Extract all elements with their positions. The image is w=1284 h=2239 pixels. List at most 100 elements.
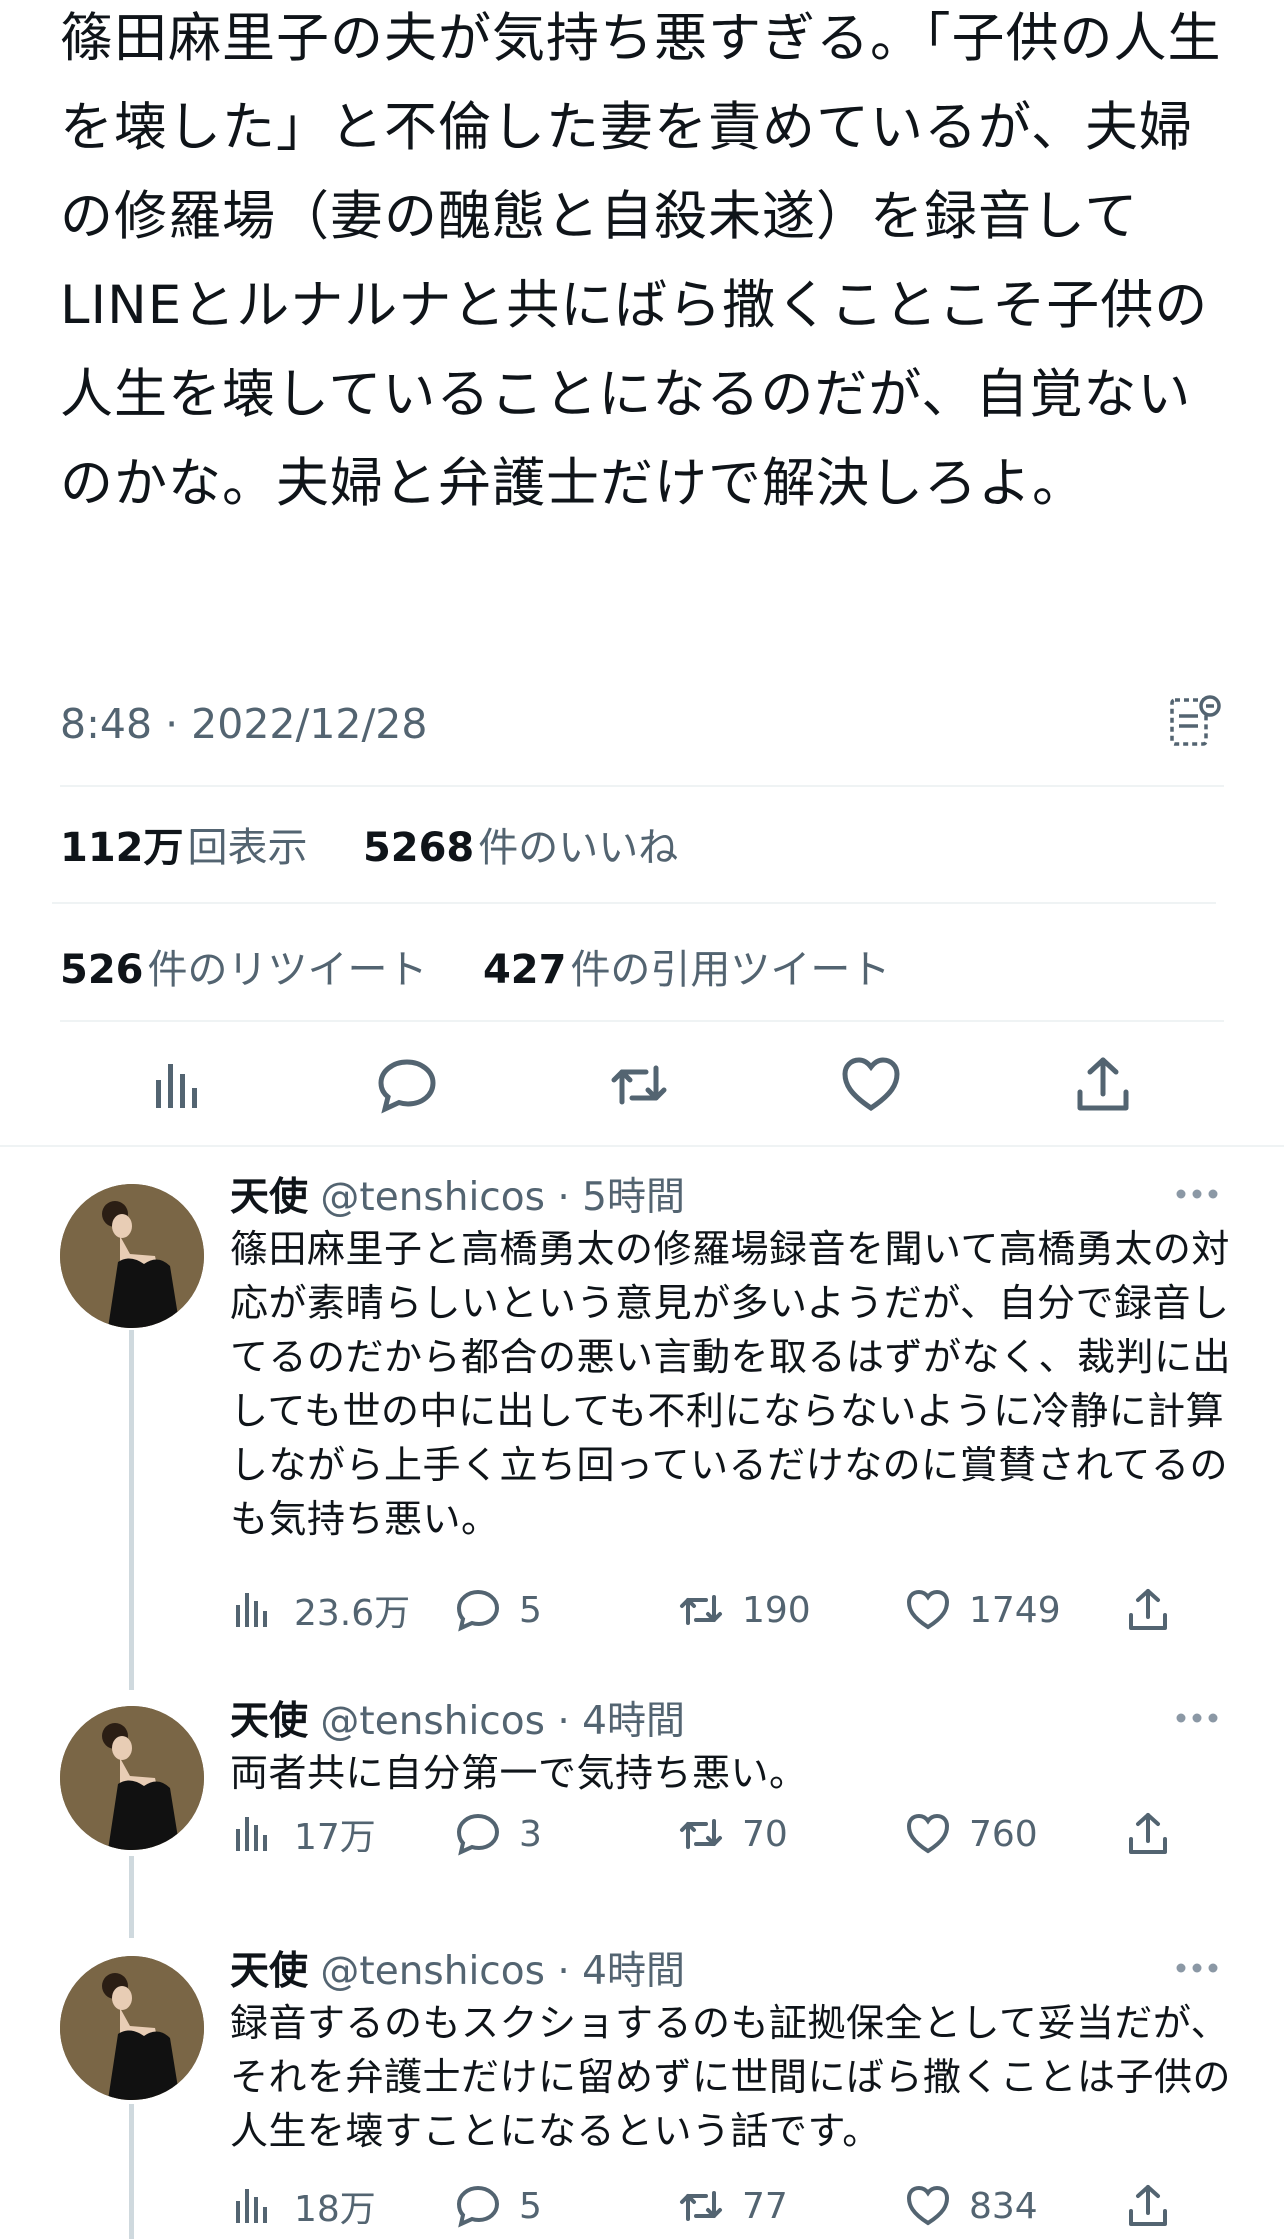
reply-action-bar: 18万 5 77 834 <box>230 2178 1230 2238</box>
reply-header: 天使 @tenshicos · 5時間 <box>230 1172 685 1224</box>
retweet-button[interactable]: 70 <box>678 1806 788 1862</box>
reply-time[interactable]: 4時間 <box>582 1699 685 1744</box>
display-name[interactable]: 天使 <box>230 1175 308 1220</box>
reply-count: 5 <box>519 1589 542 1631</box>
retweet-icon[interactable] <box>608 1054 670 1116</box>
reply-action-bar: 23.6万 5 190 1749 <box>230 1582 1230 1642</box>
retweet-button[interactable]: 77 <box>678 2178 788 2234</box>
views-count: 17万 <box>294 1817 376 1858</box>
divider <box>60 785 1224 787</box>
reply-text: 篠田麻里子と高橋勇太の修羅場録音を聞いて高橋勇太の対応が素晴らしいという意見が多… <box>230 1227 1232 1541</box>
thread-line <box>129 1856 134 1938</box>
reply-time[interactable]: 5時間 <box>582 1175 685 1220</box>
more-icon[interactable] <box>1175 1712 1219 1724</box>
reply-icon <box>456 2185 500 2228</box>
reply-icon <box>456 1813 500 1856</box>
likes-stat[interactable]: 5268 件のいいね <box>363 825 678 871</box>
reply-views[interactable]: 17万 <box>230 1806 376 1862</box>
like-icon <box>906 2185 950 2226</box>
reply-views[interactable]: 18万 <box>230 2178 376 2234</box>
tweet-text: 篠田麻里子の夫が気持ち悪すぎる。「子供の人生を壊した」と不倫した妻を責めているが… <box>60 8 1222 514</box>
views-count: 18万 <box>294 2189 376 2230</box>
retweet-button[interactable]: 190 <box>678 1582 811 1638</box>
quotes-label: 件の引用ツイート <box>570 947 891 993</box>
reply-count: 3 <box>519 1813 542 1855</box>
likes-count: 5268 <box>362 825 475 871</box>
reply-header: 天使 @tenshicos · 4時間 <box>230 1696 685 1748</box>
reply-text: 録音するのもスクショするのも証拠保全として妥当だが、それを弁護士だけに留めずに世… <box>230 2001 1232 2153</box>
analytics-icon[interactable] <box>146 1054 208 1116</box>
like-icon <box>906 1813 950 1854</box>
more-icon[interactable] <box>1175 1188 1219 1200</box>
divider <box>52 902 1216 904</box>
share-icon <box>1129 1589 1167 1630</box>
quotes-stat[interactable]: 427 件の引用ツイート <box>483 947 891 993</box>
analytics-icon <box>236 2189 267 2223</box>
tweet-action-bar <box>0 1050 1284 1120</box>
reply-header: 天使 @tenshicos · 4時間 <box>230 1946 685 1998</box>
views-label: 回表示 <box>187 825 308 871</box>
retweet-icon <box>680 1819 722 1849</box>
retweets-stat[interactable]: 526 件のリツイート <box>60 947 428 993</box>
like-button[interactable]: 760 <box>905 1806 1038 1862</box>
retweet-count: 70 <box>742 1813 788 1855</box>
share-icon[interactable] <box>1072 1054 1134 1116</box>
like-icon[interactable] <box>840 1054 902 1116</box>
share-button[interactable] <box>1125 2178 1189 2234</box>
thread-line <box>129 2104 134 2239</box>
analytics-icon <box>236 1817 267 1851</box>
reply-icon <box>456 1589 500 1632</box>
separator-dot: · <box>557 1949 570 1994</box>
like-button[interactable]: 1749 <box>905 1582 1061 1638</box>
like-icon <box>906 1589 950 1630</box>
avatar[interactable] <box>60 1956 204 2100</box>
share-button[interactable] <box>1125 1806 1189 1862</box>
retweet-icon <box>680 1595 722 1625</box>
like-count: 760 <box>969 1813 1038 1855</box>
share-icon <box>1129 1813 1167 1854</box>
more-icon[interactable] <box>1175 1962 1219 1974</box>
user-handle[interactable]: @tenshicos <box>320 1175 545 1220</box>
tweet-timestamp[interactable]: 8:48 · 2022/12/28 <box>60 700 427 748</box>
user-handle[interactable]: @tenshicos <box>320 1699 545 1744</box>
like-button[interactable]: 834 <box>905 2178 1038 2234</box>
likes-label: 件のいいね <box>478 825 679 871</box>
share-button[interactable] <box>1125 1582 1189 1638</box>
avatar[interactable] <box>60 1184 204 1328</box>
retweet-icon <box>680 2191 722 2221</box>
views-count: 23.6万 <box>294 1593 411 1634</box>
reply-text: 両者共に自分第一で気持ち悪い。 <box>230 1751 808 1795</box>
retweet-count: 190 <box>742 1589 811 1631</box>
user-handle[interactable]: @tenshicos <box>320 1949 545 1994</box>
reply-icon[interactable] <box>376 1054 438 1116</box>
stats-views-likes: 112万 回表示 5268 件のいいね <box>60 815 678 873</box>
like-count: 834 <box>969 2185 1038 2227</box>
thread-line <box>129 1330 134 1690</box>
reply-button[interactable]: 5 <box>455 1582 542 1638</box>
reply-button[interactable]: 5 <box>455 2178 542 2234</box>
divider <box>0 1145 1284 1147</box>
retweet-count: 77 <box>742 2185 788 2227</box>
notes-icon[interactable] <box>1166 694 1224 752</box>
quotes-count: 427 <box>482 947 567 993</box>
avatar[interactable] <box>60 1706 204 1850</box>
divider <box>60 1020 1224 1022</box>
retweets-count: 526 <box>60 947 144 993</box>
display-name[interactable]: 天使 <box>230 1699 308 1744</box>
stats-retweets-quotes: 526 件のリツイート 427 件の引用ツイート <box>60 937 890 995</box>
tweet-meta: 8:48 · 2022/12/28 <box>60 694 1224 754</box>
reply-time[interactable]: 4時間 <box>582 1949 685 1994</box>
reply-button[interactable]: 3 <box>455 1806 542 1862</box>
separator-dot: · <box>557 1175 570 1220</box>
reply-count: 5 <box>519 2185 542 2227</box>
display-name[interactable]: 天使 <box>230 1949 308 1994</box>
like-count: 1749 <box>969 1589 1061 1631</box>
reply-action-bar: 17万 3 70 760 <box>230 1806 1230 1866</box>
analytics-icon <box>236 1593 267 1627</box>
views-count: 112万 <box>60 825 184 871</box>
share-icon <box>1129 2185 1167 2226</box>
views-stat[interactable]: 112万 回表示 <box>60 825 308 871</box>
reply-views[interactable]: 23.6万 <box>230 1582 410 1638</box>
retweets-label: 件のリツイート <box>147 947 428 993</box>
separator-dot: · <box>557 1699 570 1744</box>
